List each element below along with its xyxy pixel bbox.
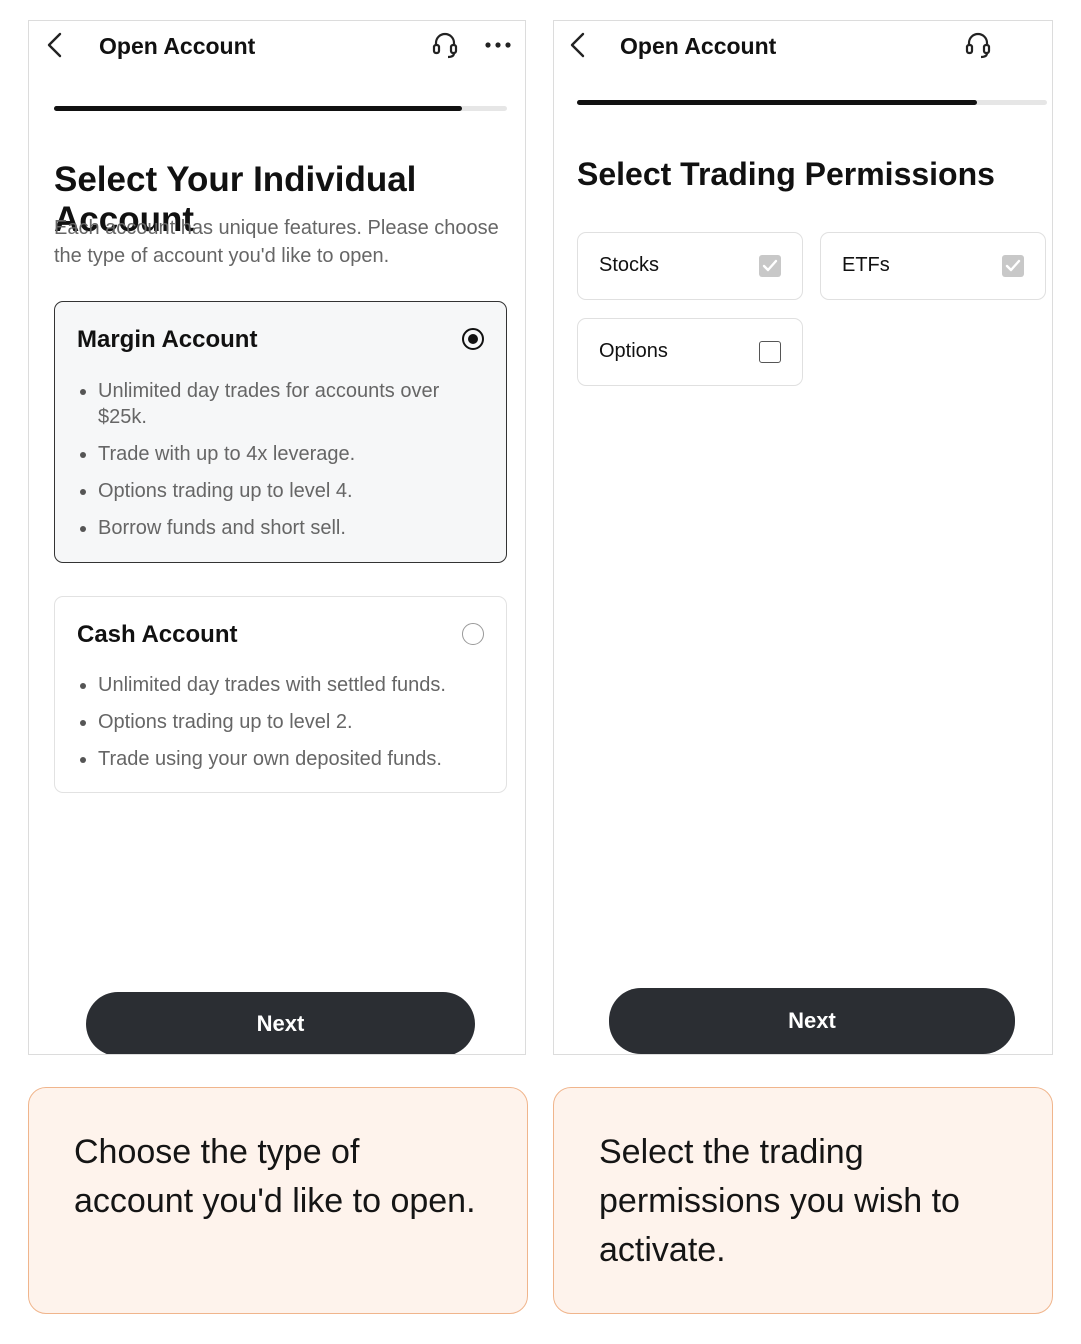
feature-item: Borrow funds and short sell. bbox=[77, 515, 478, 541]
progress-fill bbox=[577, 100, 977, 105]
radio-selected-icon[interactable] bbox=[462, 328, 484, 350]
feature-item: Unlimited day trades for accounts over $… bbox=[77, 378, 478, 430]
feature-item: Trade using your own deposited funds. bbox=[77, 746, 478, 772]
permission-options[interactable]: Options bbox=[577, 318, 803, 386]
progress-bar bbox=[54, 106, 507, 111]
caption-text: Select the trading permissions you wish … bbox=[599, 1133, 960, 1269]
radio-unselected-icon[interactable] bbox=[462, 623, 484, 645]
caption-right: Select the trading permissions you wish … bbox=[553, 1087, 1053, 1314]
checkbox-checked-icon[interactable] bbox=[759, 255, 781, 277]
trading-permissions-screen: Open Account Select Trading Permissions … bbox=[553, 20, 1053, 1055]
feature-item: Trade with up to 4x leverage. bbox=[77, 441, 478, 467]
next-button[interactable]: Next bbox=[86, 992, 475, 1054]
permission-label: Stocks bbox=[599, 254, 660, 276]
feature-item: Options trading up to level 2. bbox=[77, 709, 478, 735]
chevron-left-icon[interactable] bbox=[568, 32, 588, 58]
headset-icon[interactable] bbox=[964, 31, 992, 59]
feature-item: Unlimited day trades with settled funds. bbox=[77, 672, 478, 698]
page-title: Select Trading Permissions bbox=[577, 156, 995, 192]
next-button[interactable]: Next bbox=[609, 988, 1015, 1054]
header-title: Open Account bbox=[99, 33, 256, 59]
account-title: Margin Account bbox=[77, 326, 258, 353]
progress-bar bbox=[577, 100, 1047, 105]
checkbox-unchecked-icon[interactable] bbox=[759, 341, 781, 363]
checkbox-checked-icon[interactable] bbox=[1002, 255, 1024, 277]
feature-item: Options trading up to level 4. bbox=[77, 478, 478, 504]
page-subtitle: Each account has unique features. Please… bbox=[54, 217, 499, 267]
headset-icon[interactable] bbox=[431, 31, 459, 59]
permission-etfs[interactable]: ETFs bbox=[820, 232, 1046, 300]
chevron-left-icon[interactable] bbox=[45, 32, 65, 58]
permission-label: ETFs bbox=[842, 254, 890, 276]
account-type-screen: Open Account Select Your Individual Acco… bbox=[28, 20, 526, 1055]
permission-stocks[interactable]: Stocks bbox=[577, 232, 803, 300]
cash-account-card[interactable]: Cash Account Unlimited day trades with s… bbox=[54, 596, 507, 793]
account-title: Cash Account bbox=[77, 621, 238, 648]
progress-fill bbox=[54, 106, 462, 111]
caption-left: Choose the type of account you'd like to… bbox=[28, 1087, 528, 1314]
margin-account-card[interactable]: Margin Account Unlimited day trades for … bbox=[54, 301, 507, 563]
more-horizontal-icon[interactable] bbox=[485, 41, 511, 49]
header-title: Open Account bbox=[620, 33, 777, 59]
permission-label: Options bbox=[599, 340, 668, 362]
caption-text: Choose the type of account you'd like to… bbox=[74, 1133, 476, 1220]
